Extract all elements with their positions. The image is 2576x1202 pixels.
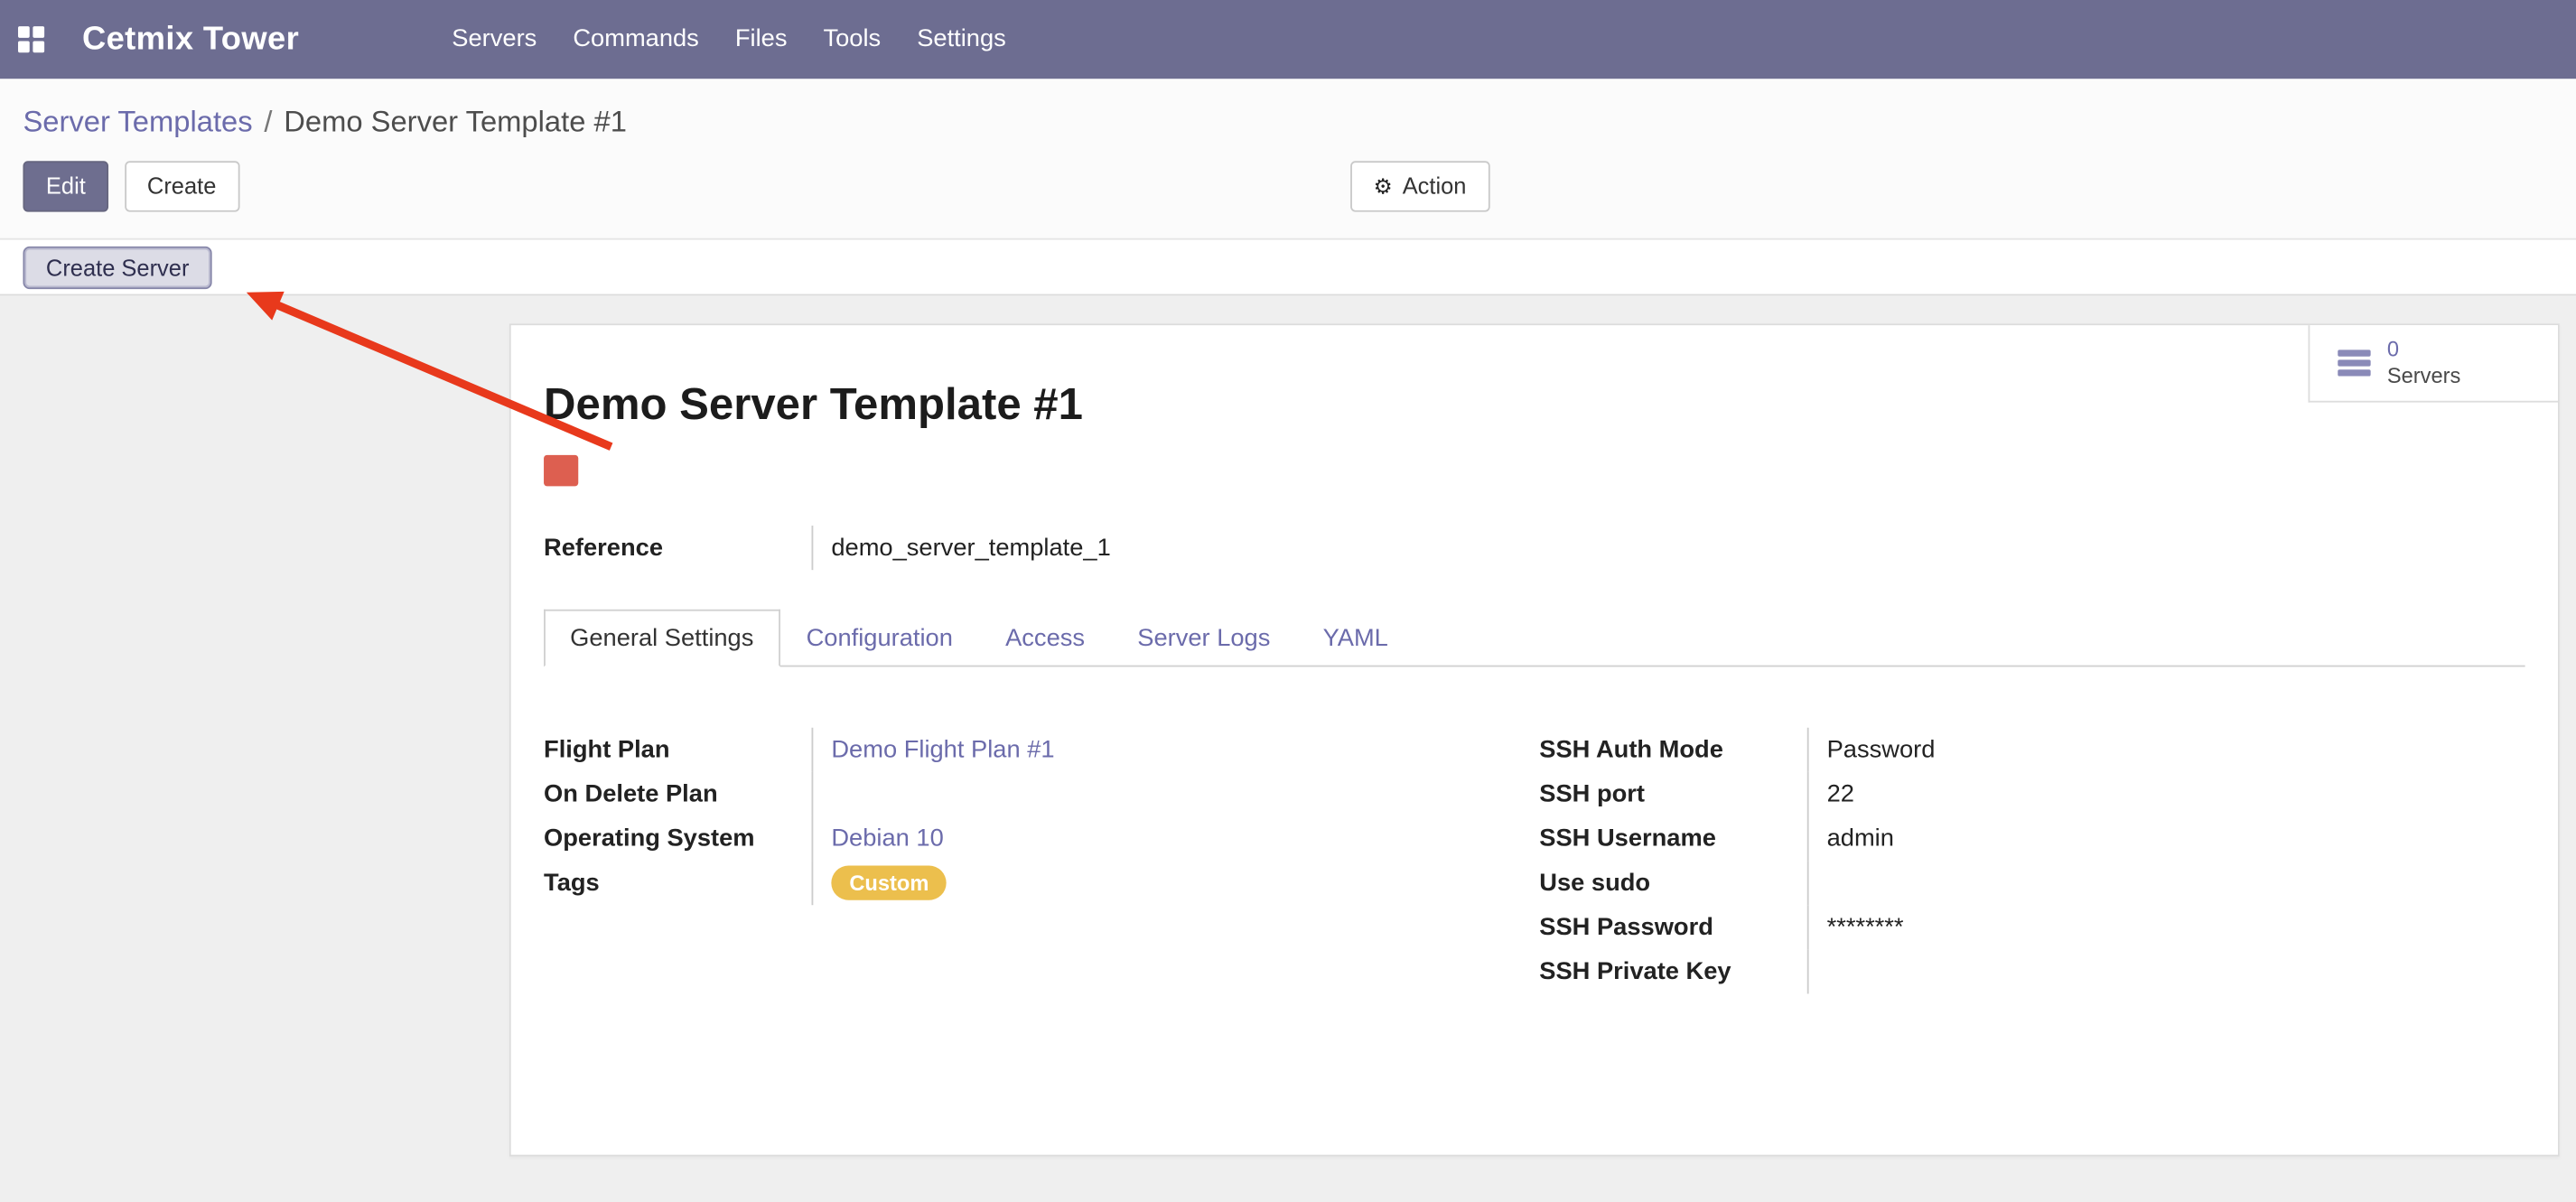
servers-count-label: Servers — [2387, 363, 2460, 389]
action-button[interactable]: ⚙ Action — [1350, 161, 1489, 211]
form-sheet: 0 Servers Demo Server Template #1 Refere… — [509, 323, 2560, 1156]
field-label-on-delete-plan: On Delete Plan — [544, 772, 811, 816]
notebook-tabs: General SettingsConfigurationAccessServe… — [544, 610, 2525, 667]
action-button-label: Action — [1403, 171, 1467, 202]
field-label-ssh-port: SSH port — [1539, 772, 1806, 816]
app-brand[interactable]: Cetmix Tower — [82, 21, 299, 59]
top-navbar: Cetmix Tower ServersCommandsFilesToolsSe… — [0, 0, 2576, 79]
field-label-ssh-password: SSH Password — [1539, 905, 1806, 949]
apps-menu-icon[interactable] — [18, 26, 44, 52]
field-row-ssh-password: SSH Password ******** — [1539, 905, 2525, 949]
sheet-body: Demo Server Template #1 Reference demo_s… — [511, 325, 2558, 993]
tab-access[interactable]: Access — [979, 610, 1111, 667]
breadcrumb-current: Demo Server Template #1 — [284, 105, 627, 137]
field-group-left: Flight Plan Demo Flight Plan #1 On Delete … — [544, 728, 1539, 994]
nav-item-settings[interactable]: Settings — [899, 0, 1024, 79]
field-label-tags: Tags — [544, 861, 811, 905]
field-row-flight-plan: Flight Plan Demo Flight Plan #1 — [544, 728, 1539, 772]
field-value-reference: demo_server_template_1 — [812, 526, 1111, 570]
field-value-operating-system: Debian 10 — [812, 816, 1540, 861]
content-area: 0 Servers Demo Server Template #1 Refere… — [0, 295, 2576, 1202]
tag-custom[interactable]: Custom — [831, 866, 947, 900]
field-label-operating-system: Operating System — [544, 816, 811, 861]
field-label-ssh-auth-mode: SSH Auth Mode — [1539, 728, 1806, 772]
nav-item-commands[interactable]: Commands — [555, 0, 717, 79]
value-text: 22 — [1827, 780, 1854, 808]
field-value-ssh-auth-mode: Password — [1807, 728, 2525, 772]
color-swatch[interactable] — [544, 455, 578, 487]
field-value-use-sudo — [1807, 861, 2525, 905]
edit-button[interactable]: Edit — [23, 161, 108, 211]
field-row-ssh-private-key: SSH Private Key — [1539, 949, 2525, 993]
nav-item-tools[interactable]: Tools — [805, 0, 899, 79]
value-text: admin — [1827, 825, 1894, 853]
field-value-ssh-username: admin — [1807, 816, 2525, 861]
breadcrumb-parent-link[interactable]: Server Templates — [23, 105, 252, 137]
navbar-menu: ServersCommandsFilesToolsSettings — [434, 0, 1024, 79]
field-row-operating-system: Operating System Debian 10 — [544, 816, 1539, 861]
reference-field-row: Reference demo_server_template_1 — [544, 526, 2525, 570]
breadcrumb: Server Templates / Demo Server Template #1 — [0, 102, 2576, 142]
tab-yaml[interactable]: YAML — [1296, 610, 1414, 667]
field-label-ssh-private-key: SSH Private Key — [1539, 949, 1806, 993]
field-label-flight-plan: Flight Plan — [544, 728, 811, 772]
field-groups: Flight Plan Demo Flight Plan #1 On Delete … — [544, 728, 2525, 994]
field-value-ssh-port: 22 — [1807, 772, 2525, 816]
control-panel-buttons: Edit Create ⚙ Action — [0, 161, 2576, 238]
servers-stat-button[interactable]: 0 Servers — [2310, 337, 2460, 389]
field-group-right: SSH Auth Mode Password SSH port 22 SSH Usern… — [1539, 728, 2525, 994]
field-value-ssh-private-key — [1807, 949, 2525, 993]
field-row-ssh-auth-mode: SSH Auth Mode Password — [1539, 728, 2525, 772]
field-value-flight-plan: Demo Flight Plan #1 — [812, 728, 1540, 772]
link-debian-10[interactable]: Debian 10 — [831, 825, 943, 853]
status-bar: Create Server — [0, 238, 2576, 296]
create-server-button[interactable]: Create Server — [23, 246, 211, 288]
field-row-use-sudo: Use sudo — [1539, 861, 2525, 905]
field-row-tags: Tags Custom — [544, 861, 1539, 905]
tab-server-logs[interactable]: Server Logs — [1111, 610, 1296, 667]
field-label-use-sudo: Use sudo — [1539, 861, 1806, 905]
record-title: Demo Server Template #1 — [544, 379, 2525, 430]
field-row-on-delete-plan: On Delete Plan — [544, 772, 1539, 816]
field-row-ssh-port: SSH port 22 — [1539, 772, 2525, 816]
field-value-ssh-password: ******** — [1807, 905, 2525, 949]
servers-icon — [2338, 349, 2370, 376]
field-row-ssh-username: SSH Username admin — [1539, 816, 2525, 861]
field-label-ssh-username: SSH Username — [1539, 816, 1806, 861]
value-text: ******** — [1827, 913, 1904, 941]
nav-item-servers[interactable]: Servers — [434, 0, 555, 79]
servers-stat-text: 0 Servers — [2387, 337, 2460, 389]
field-value-on-delete-plan — [812, 772, 1540, 816]
link-demo-flight-plan-1[interactable]: Demo Flight Plan #1 — [831, 736, 1054, 764]
breadcrumb-separator: / — [264, 105, 272, 137]
field-label-reference: Reference — [544, 526, 811, 570]
gear-icon: ⚙ — [1374, 171, 1393, 202]
control-panel: Server Templates / Demo Server Template #1… — [0, 79, 2576, 238]
nav-item-files[interactable]: Files — [717, 0, 806, 79]
field-value-tags: Custom — [812, 861, 1540, 905]
stat-button-box: 0 Servers — [2309, 325, 2558, 402]
tab-configuration[interactable]: Configuration — [779, 610, 979, 667]
value-text: Password — [1827, 736, 1936, 764]
screen: Cetmix Tower ServersCommandsFilesToolsSe… — [0, 0, 2576, 1174]
create-button[interactable]: Create — [124, 161, 238, 211]
tab-general-settings[interactable]: General Settings — [544, 610, 779, 667]
servers-count: 0 — [2387, 337, 2399, 363]
